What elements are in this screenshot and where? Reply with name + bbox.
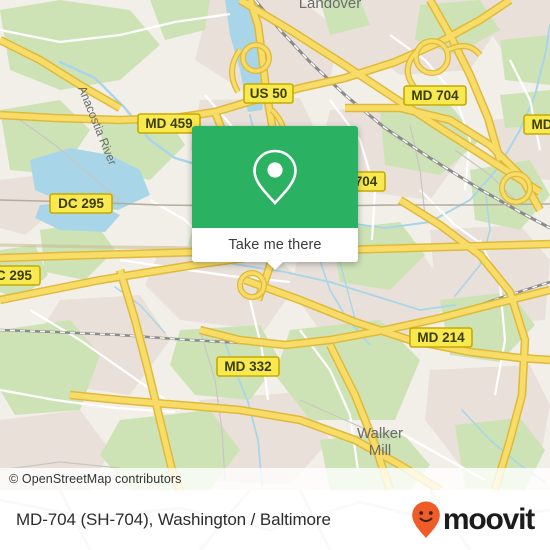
shield-md-332: MD 332: [216, 356, 280, 377]
shield-md-459: MD 459: [137, 113, 201, 134]
location-pin-icon: [253, 149, 297, 205]
attribution-text: © OpenStreetMap contributors: [9, 472, 182, 486]
svg-text:MD 332: MD 332: [224, 359, 271, 374]
shield-md-214: MD 214: [409, 327, 473, 348]
take-me-there-popup[interactable]: Take me there: [192, 126, 358, 270]
shield-dc-295-south: DC 295: [0, 265, 41, 286]
map-attribution: © OpenStreetMap contributors: [0, 468, 550, 490]
shield-us-50: US 50: [243, 83, 294, 104]
svg-text:DC 295: DC 295: [0, 268, 32, 283]
svg-text:MD: MD: [532, 117, 550, 132]
footer-bar: MD-704 (SH-704), Washington / Baltimore …: [0, 490, 550, 550]
svg-text:US 50: US 50: [250, 86, 288, 101]
shield-md-east-edge: MD: [523, 114, 550, 135]
svg-text:DC 295: DC 295: [58, 196, 104, 211]
popup-tail: [266, 261, 284, 270]
moovit-logo[interactable]: moovit: [410, 500, 535, 540]
shield-dc-295-north: DC 295: [49, 193, 113, 214]
map-screen: Landover Walker Mill Anacostia River US 5…: [0, 0, 550, 550]
moovit-smiley-pin-icon: [412, 501, 440, 538]
take-me-there-label: Take me there: [228, 237, 322, 253]
svg-text:MD 704: MD 704: [411, 88, 459, 103]
moovit-wordmark: moovit: [442, 503, 535, 536]
popup-icon-area: [192, 126, 358, 228]
svg-text:MD 214: MD 214: [417, 330, 465, 345]
shield-md-704-north: MD 704: [403, 85, 467, 106]
page-title: MD-704 (SH-704), Washington / Baltimore: [16, 510, 331, 529]
svg-text:MD 459: MD 459: [145, 116, 192, 131]
take-me-there-button[interactable]: Take me there: [192, 228, 358, 262]
svg-text:704: 704: [355, 174, 378, 189]
place-label-landover: Landover: [299, 0, 362, 12]
